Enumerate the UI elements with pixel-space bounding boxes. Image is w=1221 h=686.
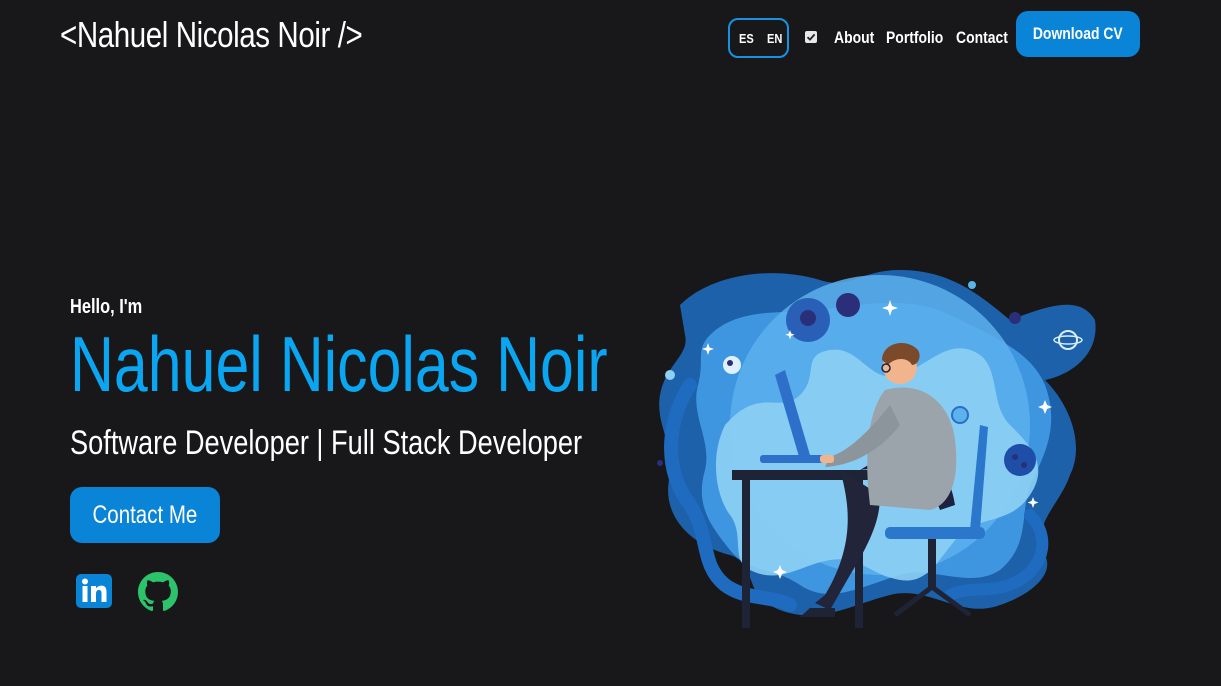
hero-name: Nahuel Nicolas Noir [70, 320, 608, 408]
lang-es-option[interactable]: ES [739, 31, 754, 46]
linkedin-link[interactable] [75, 572, 113, 610]
theme-checkbox[interactable] [805, 31, 817, 43]
download-cv-button[interactable]: Download CV [1016, 11, 1140, 57]
check-icon [806, 33, 816, 41]
github-icon [138, 572, 178, 612]
language-toggle[interactable]: ES EN [728, 18, 789, 58]
download-cv-label: Download CV [1033, 24, 1123, 43]
contact-me-label: Contact Me [92, 500, 198, 529]
github-link[interactable] [138, 572, 178, 612]
contact-me-button[interactable]: Contact Me [70, 487, 220, 543]
hero-greeting: Hello, I'm [70, 296, 143, 318]
nav-about[interactable]: About [834, 28, 874, 48]
hero-role: Software Developer | Full Stack Develope… [70, 424, 583, 462]
nav-contact[interactable]: Contact [956, 28, 1008, 48]
developer-illustration [657, 270, 1096, 628]
brand-logo[interactable]: <Nahuel Nicolas Noir /> [60, 14, 363, 56]
nav-portfolio[interactable]: Portfolio [886, 28, 943, 48]
lang-en-option[interactable]: EN [767, 31, 782, 46]
linkedin-icon [76, 574, 112, 608]
